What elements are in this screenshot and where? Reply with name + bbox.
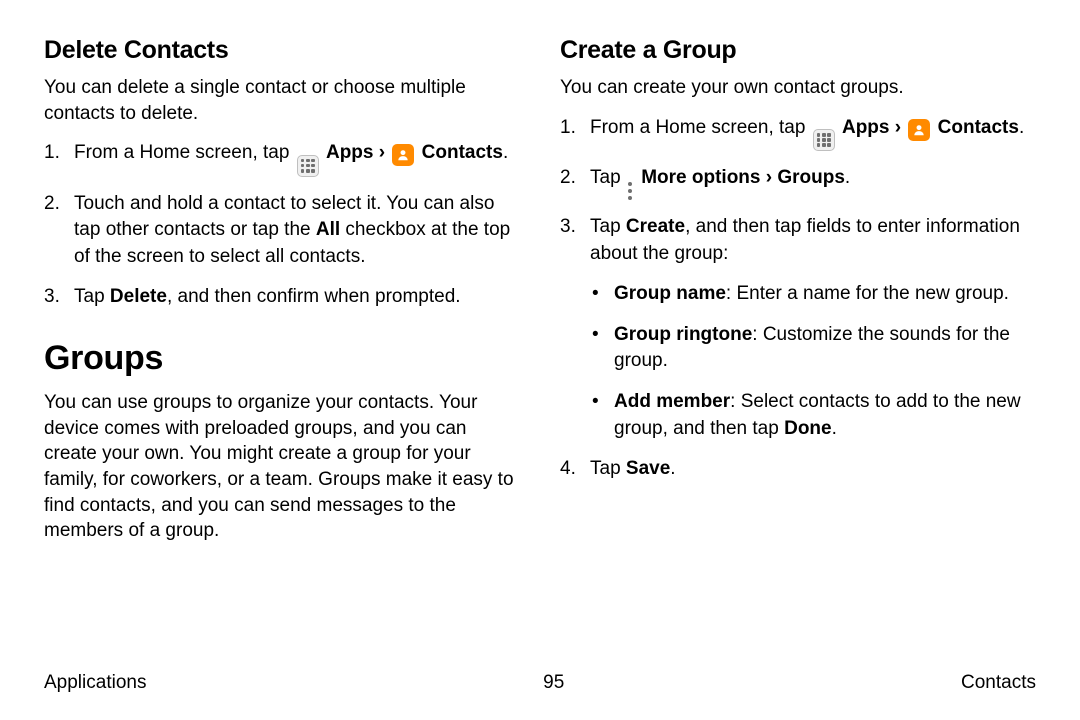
apps-icon: [297, 155, 319, 177]
heading-create-group: Create a Group: [560, 36, 1036, 65]
contacts-icon: [392, 144, 414, 166]
step: Tap More options › Groups.: [560, 165, 1036, 200]
step: Tap Save.: [560, 456, 1036, 483]
groups-body: You can use groups to organize your cont…: [44, 390, 520, 544]
footer-left: Applications: [44, 672, 146, 694]
step: Touch and hold a contact to select it. Y…: [44, 191, 520, 271]
list-item: Group ringtone: Customize the sounds for…: [590, 322, 1036, 375]
intro-delete: You can delete a single contact or choos…: [44, 75, 520, 126]
right-column: Create a Group You can create your own c…: [560, 36, 1036, 558]
step: Tap Create, and then tap fields to enter…: [560, 214, 1036, 442]
step: Tap Delete, and then confirm when prompt…: [44, 284, 520, 311]
list-item: Group name: Enter a name for the new gro…: [590, 281, 1036, 308]
list-item: Add member: Select contacts to add to th…: [590, 389, 1036, 442]
contacts-icon: [908, 119, 930, 141]
steps-create: From a Home screen, tap Apps › Contacts.…: [560, 115, 1036, 483]
heading-delete-contacts: Delete Contacts: [44, 36, 520, 65]
page-number: 95: [543, 672, 564, 694]
left-column: Delete Contacts You can delete a single …: [44, 36, 520, 558]
step: From a Home screen, tap Apps › Contacts.: [560, 115, 1036, 151]
group-fields: Group name: Enter a name for the new gro…: [590, 281, 1036, 442]
heading-groups: Groups: [44, 339, 520, 378]
apps-icon: [813, 129, 835, 151]
page-footer: Applications 95 Contacts: [44, 672, 1036, 694]
more-options-icon: [628, 182, 634, 200]
footer-right: Contacts: [961, 672, 1036, 694]
steps-delete: From a Home screen, tap Apps › Contacts.…: [44, 140, 520, 311]
intro-create: You can create your own contact groups.: [560, 75, 1036, 101]
step: From a Home screen, tap Apps › Contacts.: [44, 140, 520, 176]
